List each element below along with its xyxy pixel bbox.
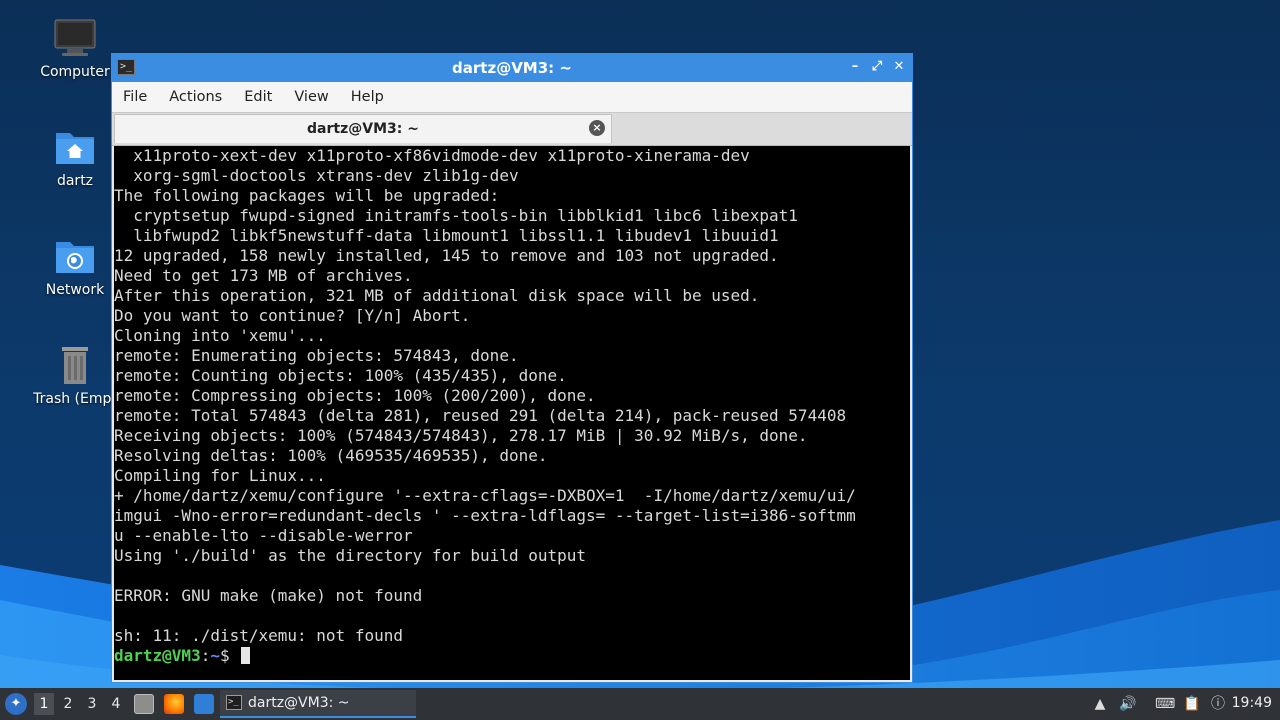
terminal-line: remote: Counting objects: 100% (435/435)… [114,366,567,385]
menu-file[interactable]: File [112,89,158,105]
terminal-line: xorg-sgml-doctools xtrans-dev zlib1g-dev [114,166,519,185]
terminal-line: cryptsetup fwupd-signed initramfs-tools-… [114,206,798,225]
taskbar: ✦ 1 2 3 4 >_ dartz@VM3: ~ ▲ 🔊 ⌨ 📋 ⓘ 19:4… [0,688,1280,720]
notification-icon[interactable]: ⓘ [1208,694,1228,714]
terminal-line: After this operation, 321 MB of addition… [114,286,760,305]
desktop-trash[interactable]: Trash (Empt [25,345,125,407]
prompt-path: ~ [210,646,220,665]
desktop-icon-label: dartz [56,173,94,189]
prompt-separator: : [200,646,211,665]
terminal-cursor [241,647,251,664]
terminal-line: imgui -Wno-error=redundant-decls ' --ext… [114,506,856,525]
terminal-prompt: dartz@VM3:~$ [114,646,910,666]
desktop-icon-label: Computer [40,64,110,80]
terminal-line: Compiling for Linux... [114,466,326,485]
clock: 19:49 [1231,695,1272,711]
terminal-line: Need to get 173 MB of archives. [114,266,413,285]
firefox-launcher-icon[interactable] [164,694,184,714]
terminal-output[interactable]: x11proto-xext-dev x11proto-xf86vidmode-d… [114,146,910,680]
terminal-line: remote: Compressing objects: 100% (200/2… [114,386,596,405]
terminal-line: Receiving objects: 100% (574843/574843),… [114,426,808,445]
terminal-line: remote: Enumerating objects: 574843, don… [114,346,519,365]
desktop-network[interactable]: Network [25,236,125,298]
workspace-3[interactable]: 3 [82,693,102,715]
network-folder-icon [56,242,94,273]
terminal-line: x11proto-xext-dev x11proto-xf86vidmode-d… [114,146,750,165]
tab-bar: dartz@VM3: ~ × [112,112,912,146]
taskbar-task-terminal[interactable]: >_ dartz@VM3: ~ [220,690,416,718]
desktop-icon-label: Trash (Empt [33,391,117,407]
show-desktop-icon[interactable] [194,694,214,714]
terminal-line: + /home/dartz/xemu/configure '--extra-cf… [114,486,856,505]
terminal-task-icon: >_ [226,695,242,710]
desktop-icon-label: Network [45,282,105,298]
close-icon[interactable]: ✕ [890,58,908,76]
menubar: File Actions Edit View Help [112,82,912,112]
terminal-line: The following packages will be upgraded: [114,186,500,205]
tray-up-arrow-icon[interactable]: ▲ [1090,694,1110,714]
terminal-line: 12 upgraded, 158 newly installed, 145 to… [114,246,779,265]
computer-icon [54,19,96,56]
terminal-window: >_ dartz@VM3: ~ – ⤢ ✕ File Actions Edit … [111,53,913,683]
terminal-line: Do you want to continue? [Y/n] Abort. [114,306,471,325]
menu-actions[interactable]: Actions [158,89,233,105]
terminal-line: ERROR: GNU make (make) not found [114,586,423,605]
keyboard-icon[interactable]: ⌨ [1155,694,1175,714]
desktop-computer[interactable]: Computer [25,18,125,80]
terminal-lines: x11proto-xext-dev x11proto-xf86vidmode-d… [114,146,910,646]
volume-icon[interactable]: 🔊 [1118,694,1138,714]
tab-title: dartz@VM3: ~ [307,121,419,137]
menu-help[interactable]: Help [340,89,395,105]
tab-close-icon[interactable]: × [589,120,605,136]
terminal-line: Using './build' as the directory for bui… [114,546,587,565]
home-folder-icon [56,133,94,164]
taskbar-task-label: dartz@VM3: ~ [248,695,350,711]
terminal-line: Resolving deltas: 100% (469535/469535), … [114,446,548,465]
window-title: dartz@VM3: ~ [452,59,572,77]
tab-terminal[interactable]: dartz@VM3: ~ × [114,114,612,143]
workspace-1[interactable]: 1 [34,693,54,715]
menu-view[interactable]: View [283,89,339,105]
minimize-icon[interactable]: – [846,58,864,76]
start-menu-icon[interactable]: ✦ [5,693,27,715]
workspace-2[interactable]: 2 [58,693,78,715]
terminal-line: remote: Total 574843 (delta 281), reused… [114,406,847,425]
terminal-line: Cloning into 'xemu'... [114,326,326,345]
maximize-icon[interactable]: ⤢ [868,58,886,76]
terminal-app-icon: >_ [117,59,135,75]
terminal-line: libfwupd2 libkf5newstuff-data libmount1 … [114,226,779,245]
trash-icon [62,347,88,384]
desktop-home-folder[interactable]: dartz [25,127,125,189]
window-titlebar[interactable]: >_ dartz@VM3: ~ – ⤢ ✕ [112,54,912,82]
menu-edit[interactable]: Edit [233,89,283,105]
terminal-line: u --enable-lto --disable-werror [114,526,413,545]
workspace-4[interactable]: 4 [106,693,126,715]
prompt-symbol: $ [219,646,240,665]
clipboard-icon[interactable]: 📋 [1182,694,1202,714]
terminal-line: sh: 11: ./dist/xemu: not found [114,626,403,645]
prompt-user: dartz@VM3 [114,646,201,665]
file-manager-launcher-icon[interactable] [134,694,154,714]
